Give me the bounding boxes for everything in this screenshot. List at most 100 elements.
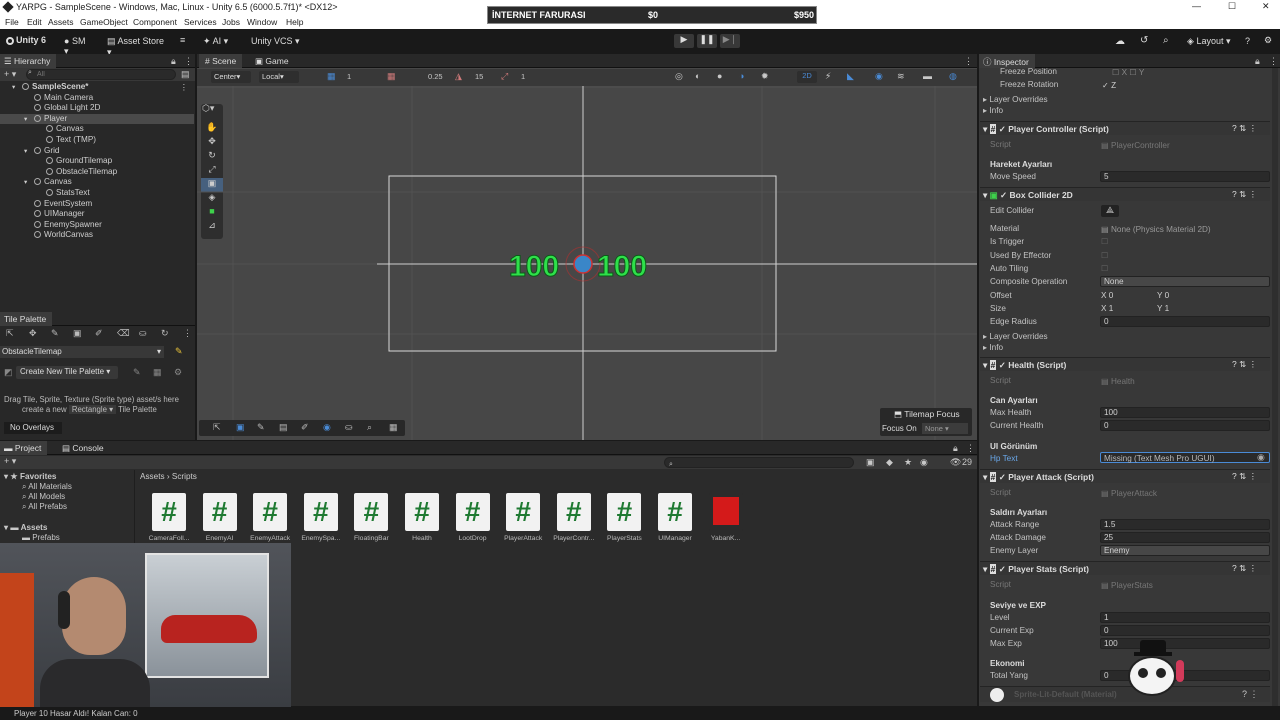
- player-stats-component[interactable]: ▾ # ✓ Player Stats (Script)? ⇅ ⋮: [980, 561, 1270, 575]
- debug-icon[interactable]: ✹: [761, 71, 769, 82]
- menu-gameobject[interactable]: GameObject: [80, 17, 128, 27]
- scale-snap-icon[interactable]: ⤢: [501, 71, 508, 82]
- composite-dropdown[interactable]: [1100, 276, 1270, 287]
- brush-tool-icon[interactable]: ✎: [257, 422, 265, 433]
- freeze-position-x[interactable]: ☐ X ☐ Y: [1112, 67, 1144, 77]
- menu-window[interactable]: Window: [247, 17, 277, 27]
- script-field[interactable]: ▤ PlayerController: [1101, 140, 1170, 150]
- csharp-script-icon[interactable]: #: [506, 493, 541, 531]
- kebab-menu-icon[interactable]: ⋮: [1269, 56, 1278, 67]
- material-asset-icon[interactable]: [708, 493, 743, 531]
- player-attack-component[interactable]: ▾ # ✓ Player Attack (Script)? ⇅ ⋮: [980, 469, 1270, 483]
- csharp-script-icon[interactable]: #: [556, 493, 591, 531]
- status-message[interactable]: Player 10 Hasar Aldı! Kalan Can: 0: [14, 709, 138, 718]
- search-by-label-icon[interactable]: ◆: [886, 457, 893, 468]
- hierarchy-item[interactable]: ▾ Player: [0, 113, 194, 125]
- hierarchy-search-input[interactable]: [26, 69, 176, 80]
- lock-icon[interactable]: 🔒︎: [1255, 56, 1260, 67]
- csharp-script-icon[interactable]: #: [253, 493, 288, 531]
- scene-canvas[interactable]: 100 100: [197, 86, 977, 440]
- rotation-value[interactable]: 15: [475, 72, 483, 81]
- csharp-script-icon[interactable]: #: [354, 493, 389, 531]
- space-dropdown[interactable]: Local▾: [259, 71, 299, 83]
- box-collider-component[interactable]: ▾ ▣ ✓ Box Collider 2D? ⇅ ⋮: [980, 187, 1270, 201]
- visibility-icon[interactable]: ◉: [875, 71, 883, 82]
- component-menu-icons[interactable]: ? ⇅ ⋮: [1232, 471, 1257, 482]
- edge-radius-field[interactable]: [1100, 316, 1270, 327]
- hierarchy-item[interactable]: Text (TMP): [0, 135, 194, 146]
- menu-assets[interactable]: Assets: [48, 17, 74, 27]
- lock-icon[interactable]: 🔒︎: [171, 56, 176, 67]
- script-field[interactable]: ▤ PlayerStats: [1101, 580, 1153, 590]
- fill-tool-icon[interactable]: ⛀: [345, 422, 353, 433]
- hierarchy-item[interactable]: StatsText: [0, 188, 194, 199]
- pause-button[interactable]: ❚❚: [697, 34, 717, 48]
- hidden-packages-icon[interactable]: ◉: [920, 457, 928, 468]
- csharp-script-icon[interactable]: #: [455, 493, 490, 531]
- max-health-field[interactable]: [1100, 407, 1270, 418]
- favorite-item[interactable]: ⌕ All Materials: [22, 482, 72, 492]
- hierarchy-item[interactable]: Canvas: [0, 124, 194, 135]
- csharp-script-icon[interactable]: #: [405, 493, 439, 531]
- camera-icon[interactable]: ▬: [923, 71, 932, 81]
- snap-value[interactable]: 0.25: [428, 72, 443, 81]
- offset-y-field[interactable]: Y 0: [1157, 291, 1169, 300]
- step-button[interactable]: ▶❘: [720, 34, 740, 48]
- favorite-item[interactable]: ⌕ All Models: [22, 492, 65, 502]
- gizmos-icon[interactable]: ◍: [949, 71, 957, 82]
- tab-project[interactable]: ▬ Project: [0, 441, 48, 455]
- lock-icon[interactable]: 🔒︎: [953, 443, 958, 454]
- pivot-dropdown[interactable]: Center▾: [211, 71, 251, 83]
- object-picker-icon[interactable]: ◉: [1257, 452, 1265, 463]
- account-dropdown[interactable]: ● SM ▾: [60, 34, 96, 56]
- active-tilemap-dropdown[interactable]: ObstacleTilemap ▾: [0, 346, 164, 358]
- favorites-folder[interactable]: ▾ ★ Favorites: [4, 471, 56, 481]
- box-fill-tool-icon[interactable]: ▤: [279, 422, 288, 433]
- audio-icon[interactable]: ◣: [847, 71, 854, 82]
- tab-hierarchy[interactable]: ☰ Hierarchy: [0, 54, 57, 68]
- layers-icon[interactable]: ≋: [897, 71, 905, 82]
- scale-value[interactable]: 1: [521, 72, 525, 81]
- hierarchy-item[interactable]: Main Camera: [0, 93, 194, 104]
- info-foldout[interactable]: ▸ Info: [983, 342, 1003, 352]
- settings-icon[interactable]: ⚙: [1264, 35, 1272, 46]
- layer-overrides-foldout[interactable]: ▸ Layer Overrides: [983, 331, 1048, 341]
- vcs-dropdown[interactable]: Unity VCS ▾: [248, 34, 304, 48]
- size-y-field[interactable]: Y 1: [1157, 304, 1169, 313]
- breadcrumb-scripts[interactable]: Scripts: [172, 472, 197, 481]
- move-tool-icon[interactable]: ✥: [29, 328, 37, 339]
- brush-tool-icon[interactable]: ✎: [51, 328, 59, 339]
- level-field[interactable]: [1100, 612, 1270, 623]
- component-menu-icons[interactable]: ? ⇅ ⋮: [1232, 123, 1257, 134]
- play-button[interactable]: ▶: [674, 34, 694, 48]
- menu-file[interactable]: File: [5, 17, 19, 27]
- cloud-icon[interactable]: ☁: [1115, 36, 1125, 47]
- asset-store-button[interactable]: ▤ Asset Store ▾: [104, 34, 170, 57]
- tab-game[interactable]: ▣ Game: [249, 54, 295, 68]
- auto-tiling-checkbox[interactable]: ☐: [1101, 263, 1108, 273]
- kebab-menu-icon[interactable]: ⋮: [180, 82, 188, 92]
- hierarchy-item[interactable]: WorldCanvas: [0, 230, 194, 241]
- maximize-button[interactable]: ☐: [1228, 1, 1236, 12]
- csharp-script-icon[interactable]: #: [658, 493, 692, 531]
- component-menu-icons[interactable]: ? ⋮: [1242, 689, 1259, 700]
- add-icon[interactable]: + ▾: [4, 69, 16, 80]
- visibility-icon[interactable]: 👁︎: [950, 457, 961, 468]
- expand-arrow-icon[interactable]: ▾: [24, 147, 27, 155]
- player-controller-component[interactable]: ▾ # ✓ Player Controller (Script)? ⇅ ⋮: [980, 121, 1270, 135]
- layout-dropdown[interactable]: ◈ Layout ▾: [1184, 34, 1236, 48]
- hierarchy-item[interactable]: UIManager: [0, 209, 194, 220]
- box-fill-tool-icon[interactable]: ▣: [73, 328, 82, 339]
- hierarchy-item[interactable]: ▾ Canvas: [0, 177, 194, 188]
- menu-help[interactable]: Help: [286, 17, 303, 27]
- tab-scene[interactable]: # Scene: [199, 54, 243, 68]
- minimize-button[interactable]: —: [1192, 1, 1201, 11]
- 2d-toggle[interactable]: 2D: [797, 71, 817, 83]
- csharp-script-icon[interactable]: #: [607, 493, 642, 531]
- help-icon[interactable]: ?: [1245, 36, 1250, 46]
- search-by-type-icon[interactable]: ▣: [866, 457, 875, 468]
- inspector-scrollbar[interactable]: [1272, 68, 1278, 706]
- menu-edit[interactable]: Edit: [27, 17, 42, 27]
- focus-on-dropdown[interactable]: None ▾: [922, 423, 968, 434]
- favorite-icon[interactable]: ★: [904, 457, 912, 468]
